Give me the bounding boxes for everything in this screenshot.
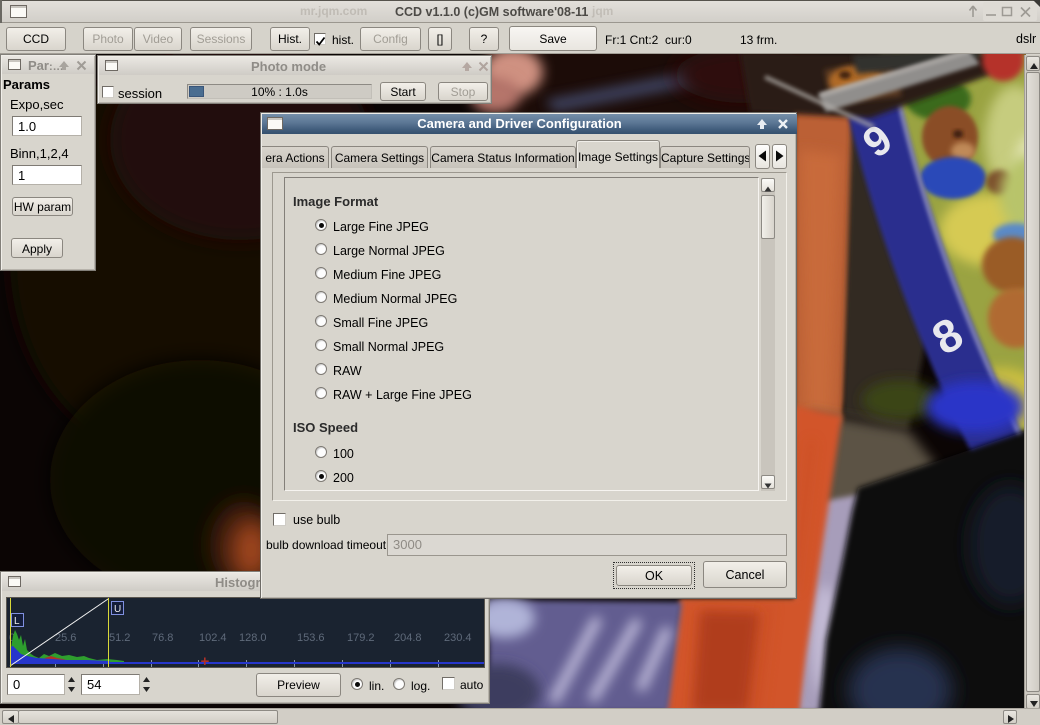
svg-text:230.4: 230.4: [444, 632, 472, 644]
svg-text:204.8: 204.8: [394, 632, 422, 644]
svg-text:51.2: 51.2: [109, 632, 130, 644]
svg-text:76.8: 76.8: [152, 632, 173, 644]
svg-text:U: U: [114, 604, 121, 615]
svg-text:25.6: 25.6: [55, 632, 76, 644]
svg-text:153.6: 153.6: [297, 632, 325, 644]
svg-text:102.4: 102.4: [199, 632, 227, 644]
svg-text:L: L: [14, 616, 20, 627]
svg-text:179.2: 179.2: [347, 632, 375, 644]
svg-text:128.0: 128.0: [239, 632, 267, 644]
